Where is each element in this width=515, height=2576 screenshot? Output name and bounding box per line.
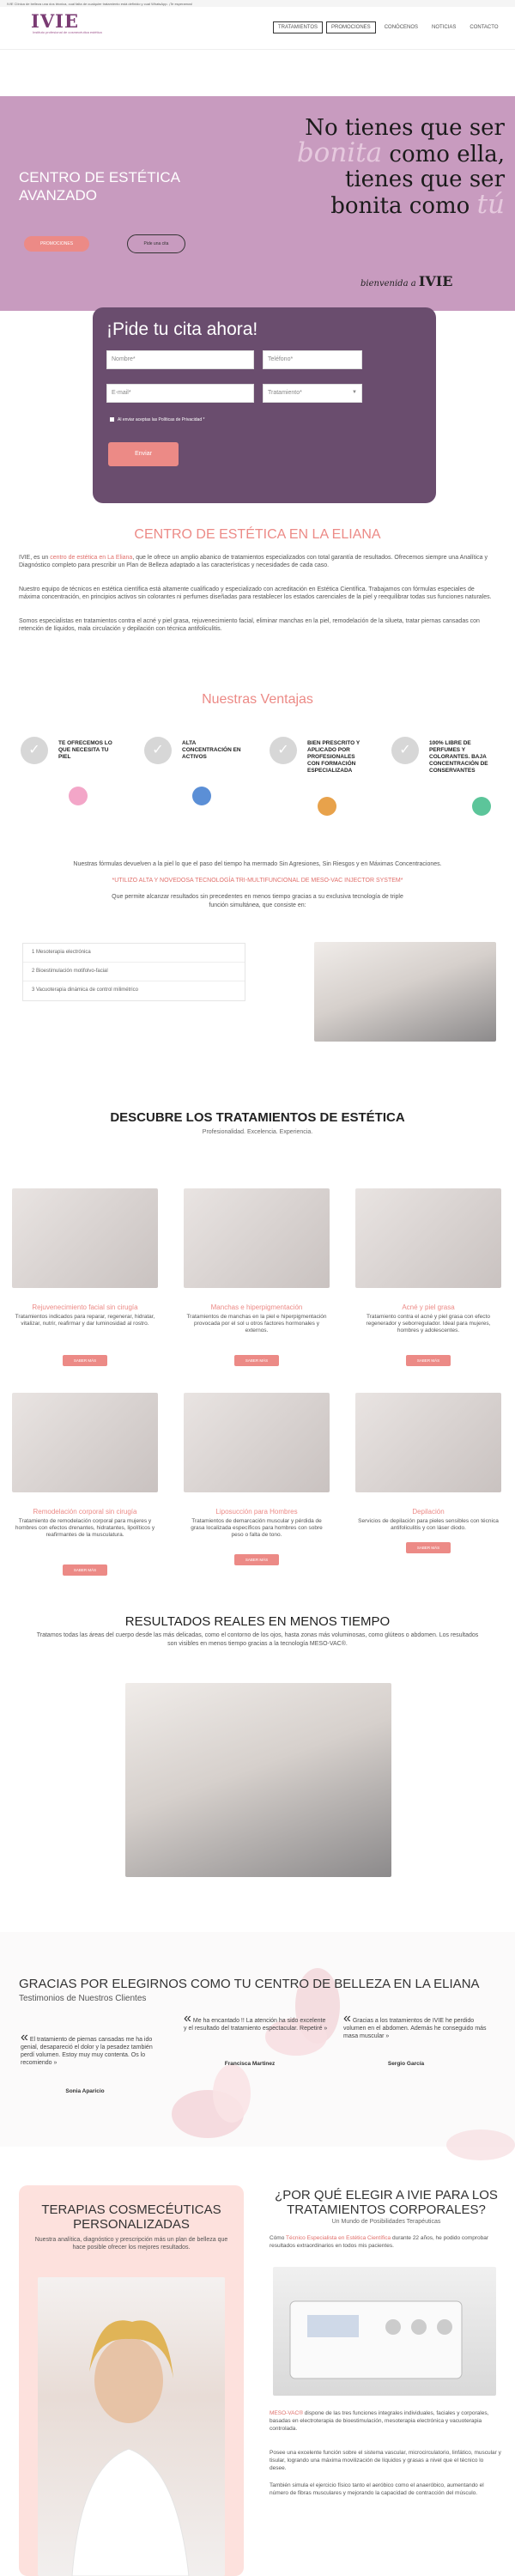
therapies-subtitle: Nuestra analítica, diagnóstico y prescri… bbox=[34, 2237, 228, 2251]
testimonial-item: « El tratamiento de piernas cansadas me … bbox=[21, 2030, 167, 2067]
specialist-photo bbox=[38, 2277, 225, 2576]
why-paragraph-3: Posee una excelente función sobre el sis… bbox=[270, 2450, 501, 2471]
quote-icon: « bbox=[184, 2011, 191, 2026]
testimonial-text: El tratamiento de piernas cansadas me ha… bbox=[21, 2037, 153, 2066]
therapies-title: TERAPIAS COSMECÉUTICAS PERSONALIZADAS bbox=[41, 2202, 221, 2232]
why-title: ¿POR QUÉ ELEGIR A IVIE PARA LOS TRATAMIE… bbox=[275, 2188, 498, 2217]
testimonial-author: Sergio García bbox=[387, 2061, 425, 2067]
testimonials-subtitle: Testimonios de Nuestros Clientes bbox=[19, 1994, 147, 2003]
testimonial-author: Sonia Aparicio bbox=[65, 2088, 105, 2094]
device-illustration bbox=[289, 2300, 463, 2379]
mesovac-link[interactable]: MESO-VAC® bbox=[270, 2410, 303, 2416]
testimonial-item: « Gracias a los tratamientos de IVIE he … bbox=[343, 2011, 489, 2040]
quote-icon: « bbox=[343, 2011, 351, 2026]
why-link-specialist[interactable]: Técnico Especialista en Estética Científ… bbox=[286, 2235, 391, 2241]
testimonial-author: Francisca Martinez bbox=[224, 2061, 276, 2067]
testimonial-text: Me ha encantado !! La atención ha sido e… bbox=[184, 2018, 328, 2032]
why-paragraph-2: MESO-VAC® dispone de las tres funciones … bbox=[270, 2410, 489, 2432]
testimonial-text: Gracias a los tratamientos de IVIE he pe… bbox=[343, 2018, 487, 2039]
testimonial-item: « Me ha encantado !! La atención ha sido… bbox=[184, 2011, 330, 2032]
why-paragraph-4: También simula el ejercicio físico tanto… bbox=[270, 2482, 484, 2496]
mesovac-device-photo bbox=[273, 2267, 496, 2396]
quote-icon: « bbox=[21, 2030, 28, 2044]
why-paragraph-1: Cómo Técnico Especialista en Estética Ci… bbox=[270, 2235, 488, 2249]
testimonials-title: GRACIAS POR ELEGIRNOS COMO TU CENTRO DE … bbox=[19, 1977, 480, 1991]
why-subtitle: Un Mundo de Posibilidades Terapéuticas bbox=[331, 2219, 441, 2225]
specialist-portrait-illustration bbox=[71, 2320, 190, 2576]
